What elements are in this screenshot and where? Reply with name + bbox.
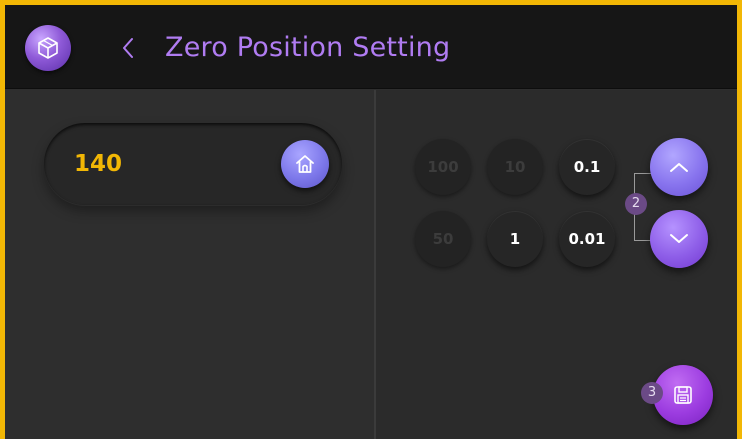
step-1-button[interactable]: 1 <box>487 211 543 267</box>
home-button[interactable] <box>281 140 329 188</box>
step-100-button[interactable]: 100 <box>415 139 471 195</box>
chevron-up-icon <box>670 163 688 172</box>
step-0.1-button[interactable]: 0.1 <box>559 139 615 195</box>
cube-icon-glyph <box>38 37 58 59</box>
cube-icon[interactable] <box>25 25 71 71</box>
decrease-button[interactable] <box>650 210 708 268</box>
back-button[interactable] <box>113 31 143 65</box>
step-50-button[interactable]: 50 <box>415 211 471 267</box>
page-title: Zero Position Setting <box>165 32 451 63</box>
step-0.01-button[interactable]: 0.01 <box>559 211 615 267</box>
chevron-left-icon <box>123 38 133 58</box>
increase-button[interactable] <box>650 138 708 196</box>
position-display: 140 <box>44 123 342 205</box>
app-window: Zero Position Setting 140 100 10 0.1 50 … <box>0 0 742 439</box>
step-10-button[interactable]: 10 <box>487 139 543 195</box>
chevron-down-icon <box>670 234 688 243</box>
save-annotation-badge: 3 <box>641 382 663 404</box>
arrows-annotation-badge: 2 <box>625 193 647 215</box>
position-value: 140 <box>74 151 123 177</box>
save-icon <box>674 386 692 404</box>
header-bar: Zero Position Setting <box>5 5 737 89</box>
home-icon <box>296 155 314 173</box>
